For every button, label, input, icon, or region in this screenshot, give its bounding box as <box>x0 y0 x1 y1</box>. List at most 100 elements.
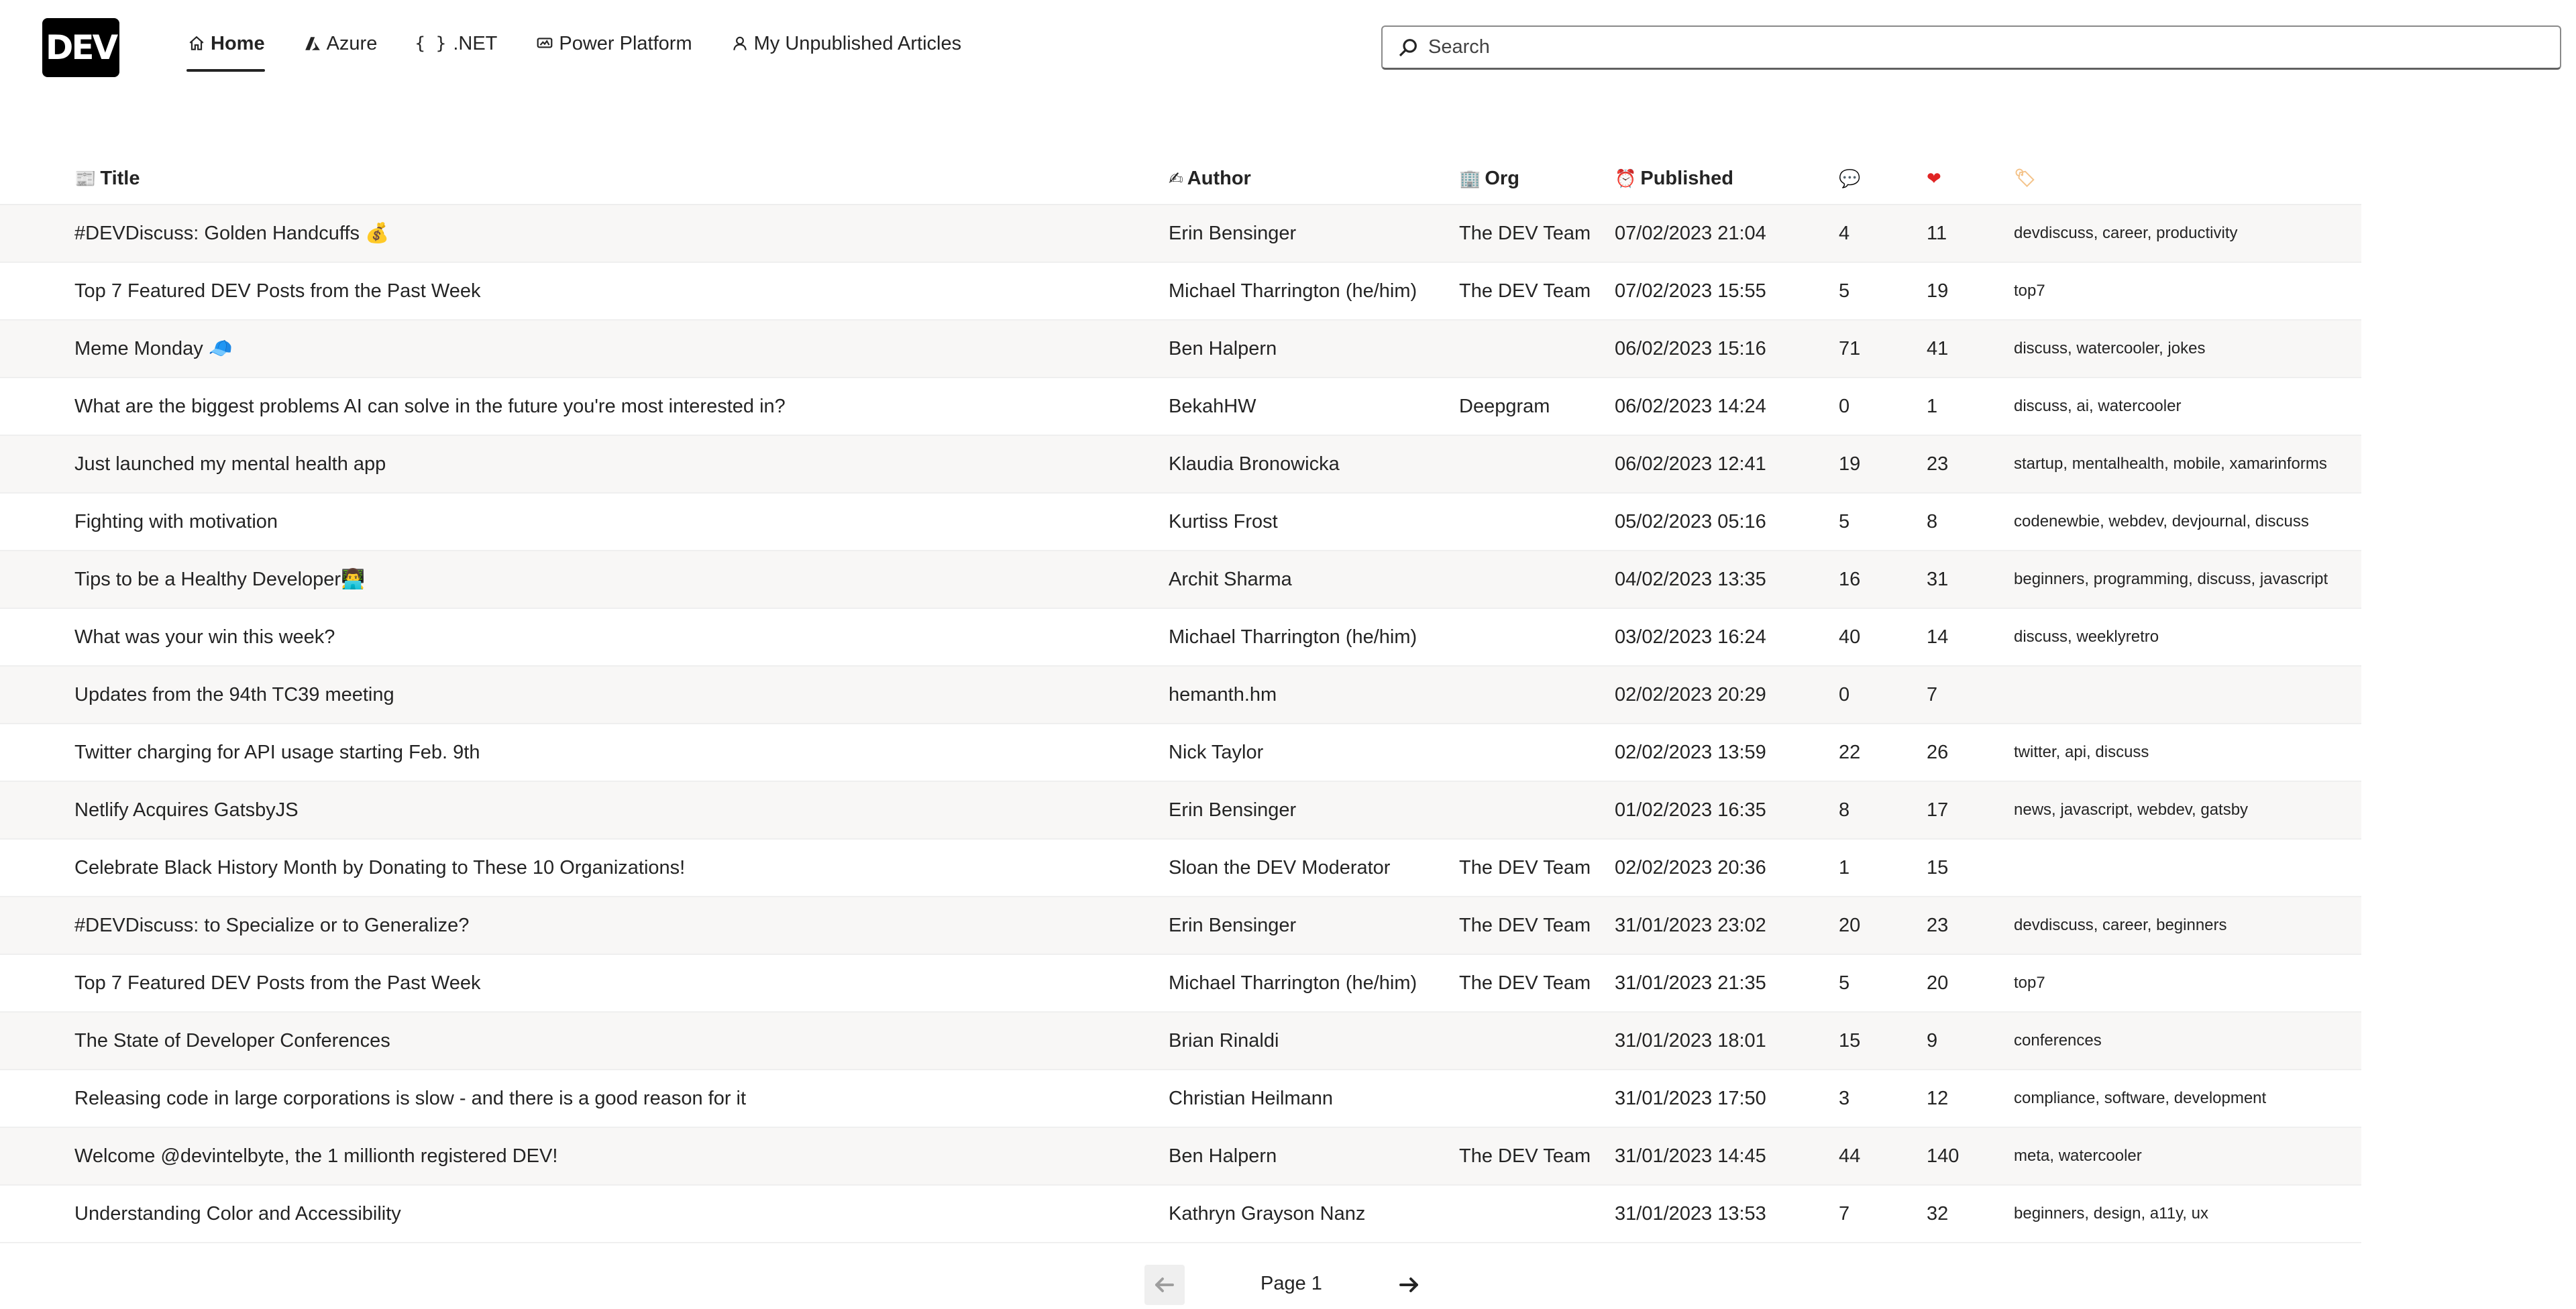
cell-org[interactable]: The DEV Team <box>1459 280 1615 302</box>
cell-title[interactable]: Tips to be a Healthy Developer👨‍💻 <box>0 568 1169 591</box>
cell-org[interactable]: The DEV Team <box>1459 972 1615 994</box>
arrow-left-icon <box>1155 1277 1174 1292</box>
table-row[interactable]: Top 7 Featured DEV Posts from the Past W… <box>0 263 2361 321</box>
cell-title[interactable]: Updates from the 94th TC39 meeting <box>0 684 1169 706</box>
cell-comments: 4 <box>1839 222 1850 244</box>
column-header-org[interactable]: 🏢 Org <box>1459 168 1615 190</box>
nav-azure[interactable]: Azure <box>303 27 377 60</box>
table-row[interactable]: Twitter charging for API usage starting … <box>0 724 2361 782</box>
cell-comments: 22 <box>1839 741 1861 763</box>
table-row[interactable]: The State of Developer Conferences Brian … <box>0 1013 2361 1070</box>
table-row[interactable]: What was your win this week? Michael Thar… <box>0 609 2361 667</box>
cell-published: 06/02/2023 14:24 <box>1615 395 1766 417</box>
nav-power-platform[interactable]: Power Platform <box>535 27 692 60</box>
cell-title[interactable]: Top 7 Featured DEV Posts from the Past W… <box>0 280 1169 302</box>
table-row[interactable]: Welcome @devintelbyte, the 1 millionth r… <box>0 1128 2361 1186</box>
cell-author[interactable]: Brian Rinaldi <box>1169 1030 1459 1052</box>
cell-title[interactable]: Top 7 Featured DEV Posts from the Past W… <box>0 972 1169 994</box>
cell-author[interactable]: Michael Tharrington (he/him) <box>1169 280 1459 302</box>
cell-author[interactable]: Erin Bensinger <box>1169 799 1459 821</box>
cell-comments: 40 <box>1839 626 1861 648</box>
column-header-author[interactable]: ✍ Author <box>1169 168 1459 190</box>
cell-org[interactable]: Deepgram <box>1459 396 1615 418</box>
cell-published: 31/01/2023 17:50 <box>1615 1087 1766 1109</box>
cell-author[interactable]: Sloan the DEV Moderator <box>1169 857 1459 879</box>
table-row[interactable]: Releasing code in large corporations is … <box>0 1070 2361 1128</box>
braces-icon: { } <box>415 34 447 54</box>
next-page-button[interactable] <box>1389 1265 1429 1305</box>
table-row[interactable]: Meme Monday 🧢 Ben Halpern 06/02/2023 15:16… <box>0 321 2361 378</box>
cell-author[interactable]: Ben Halpern <box>1169 1145 1459 1168</box>
table-row[interactable]: #DEVDiscuss: to Specialize or to General… <box>0 897 2361 955</box>
table-row[interactable]: #DEVDiscuss: Golden Handcuffs 💰 Erin Bens… <box>0 205 2361 263</box>
table-row[interactable]: What are the biggest problems AI can sol… <box>0 378 2361 436</box>
cell-author[interactable]: BekahHW <box>1169 396 1459 418</box>
cell-org[interactable]: The DEV Team <box>1459 857 1615 879</box>
nav-my-unpublished-articles-label: My Unpublished Articles <box>753 32 962 54</box>
cell-title[interactable]: #DEVDiscuss: Golden Handcuffs 💰 <box>0 222 1169 245</box>
cell-author[interactable]: Archit Sharma <box>1169 569 1459 591</box>
cell-author[interactable]: Michael Tharrington (he/him) <box>1169 972 1459 994</box>
cell-author[interactable]: hemanth.hm <box>1169 684 1459 706</box>
table-row[interactable]: Just launched my mental health app Klaudi… <box>0 436 2361 494</box>
dev-logo[interactable]: DEV <box>42 18 119 77</box>
cell-title[interactable]: Fighting with motivation <box>0 511 1169 533</box>
table-row[interactable]: Top 7 Featured DEV Posts from the Past W… <box>0 955 2361 1013</box>
cell-title[interactable]: Understanding Color and Accessibility <box>0 1203 1169 1225</box>
cell-tags: beginners, design, a11y, ux <box>2014 1204 2208 1222</box>
home-icon <box>186 34 207 54</box>
cell-title[interactable]: Just launched my mental health app <box>0 453 1169 475</box>
nav-home[interactable]: Home <box>186 27 265 72</box>
cell-comments: 8 <box>1839 799 1850 821</box>
cell-title[interactable]: The State of Developer Conferences <box>0 1030 1169 1052</box>
search-input[interactable] <box>1428 36 2502 58</box>
cell-author[interactable]: Kathryn Grayson Nanz <box>1169 1203 1459 1225</box>
cell-org[interactable]: The DEV Team <box>1459 223 1615 245</box>
cell-author[interactable]: Klaudia Bronowicka <box>1169 453 1459 475</box>
cell-comments: 16 <box>1839 568 1861 590</box>
cell-author[interactable]: Christian Heilmann <box>1169 1088 1459 1110</box>
column-header-published[interactable]: ⏰ Published <box>1615 168 1839 190</box>
search-icon <box>1399 38 1417 56</box>
cell-author[interactable]: Nick Taylor <box>1169 742 1459 764</box>
column-header-reactions[interactable]: ❤ <box>1927 168 2014 190</box>
cell-title[interactable]: Welcome @devintelbyte, the 1 millionth r… <box>0 1145 1169 1168</box>
cell-comments: 0 <box>1839 395 1850 417</box>
cell-title[interactable]: Netlify Acquires GatsbyJS <box>0 799 1169 821</box>
cell-published: 05/02/2023 05:16 <box>1615 510 1766 532</box>
cell-title[interactable]: Twitter charging for API usage starting … <box>0 742 1169 764</box>
cell-comments: 5 <box>1839 280 1850 302</box>
top-bar: DEV Home Azure { } .NET Power Platform M… <box>0 0 2576 94</box>
cell-org[interactable]: The DEV Team <box>1459 915 1615 937</box>
cell-author[interactable]: Erin Bensinger <box>1169 223 1459 245</box>
column-header-title[interactable]: 📰 Title <box>0 168 1169 190</box>
table-row[interactable]: Celebrate Black History Month by Donatin… <box>0 840 2361 897</box>
cell-tags: news, javascript, webdev, gatsby <box>2014 801 2249 819</box>
table-row[interactable]: Netlify Acquires GatsbyJS Erin Bensinger 0… <box>0 782 2361 840</box>
column-header-tags[interactable]: 🏷 <box>2014 168 2361 188</box>
table-row[interactable]: Fighting with motivation Kurtiss Frost 05/… <box>0 494 2361 551</box>
cell-author[interactable]: Michael Tharrington (he/him) <box>1169 626 1459 648</box>
column-header-comments[interactable]: 💬 <box>1839 168 1927 190</box>
cell-title[interactable]: #DEVDiscuss: to Specialize or to General… <box>0 915 1169 937</box>
alarm-clock-icon: ⏰ <box>1615 168 1637 189</box>
cell-title[interactable]: Meme Monday 🧢 <box>0 337 1169 360</box>
cell-author[interactable]: Kurtiss Frost <box>1169 511 1459 533</box>
cell-author[interactable]: Ben Halpern <box>1169 338 1459 360</box>
cell-published: 02/02/2023 20:36 <box>1615 856 1766 878</box>
cell-title[interactable]: Releasing code in large corporations is … <box>0 1088 1169 1110</box>
cell-title[interactable]: What are the biggest problems AI can sol… <box>0 396 1169 418</box>
table-row[interactable]: Updates from the 94th TC39 meeting hemant… <box>0 667 2361 724</box>
cell-comments: 5 <box>1839 972 1850 994</box>
table-row[interactable]: Understanding Color and Accessibility Kat… <box>0 1186 2361 1243</box>
search-box[interactable] <box>1381 25 2561 70</box>
cell-tags: top7 <box>2014 282 2045 300</box>
nav-dotnet[interactable]: { } .NET <box>415 27 497 60</box>
cell-author[interactable]: Erin Bensinger <box>1169 915 1459 937</box>
cell-org[interactable]: The DEV Team <box>1459 1145 1615 1168</box>
cell-title[interactable]: Celebrate Black History Month by Donatin… <box>0 857 1169 879</box>
table-row[interactable]: Tips to be a Healthy Developer👨‍💻 Archit … <box>0 551 2361 609</box>
nav-my-unpublished-articles[interactable]: My Unpublished Articles <box>730 27 961 60</box>
previous-page-button[interactable] <box>1144 1265 1185 1305</box>
cell-title[interactable]: What was your win this week? <box>0 626 1169 648</box>
